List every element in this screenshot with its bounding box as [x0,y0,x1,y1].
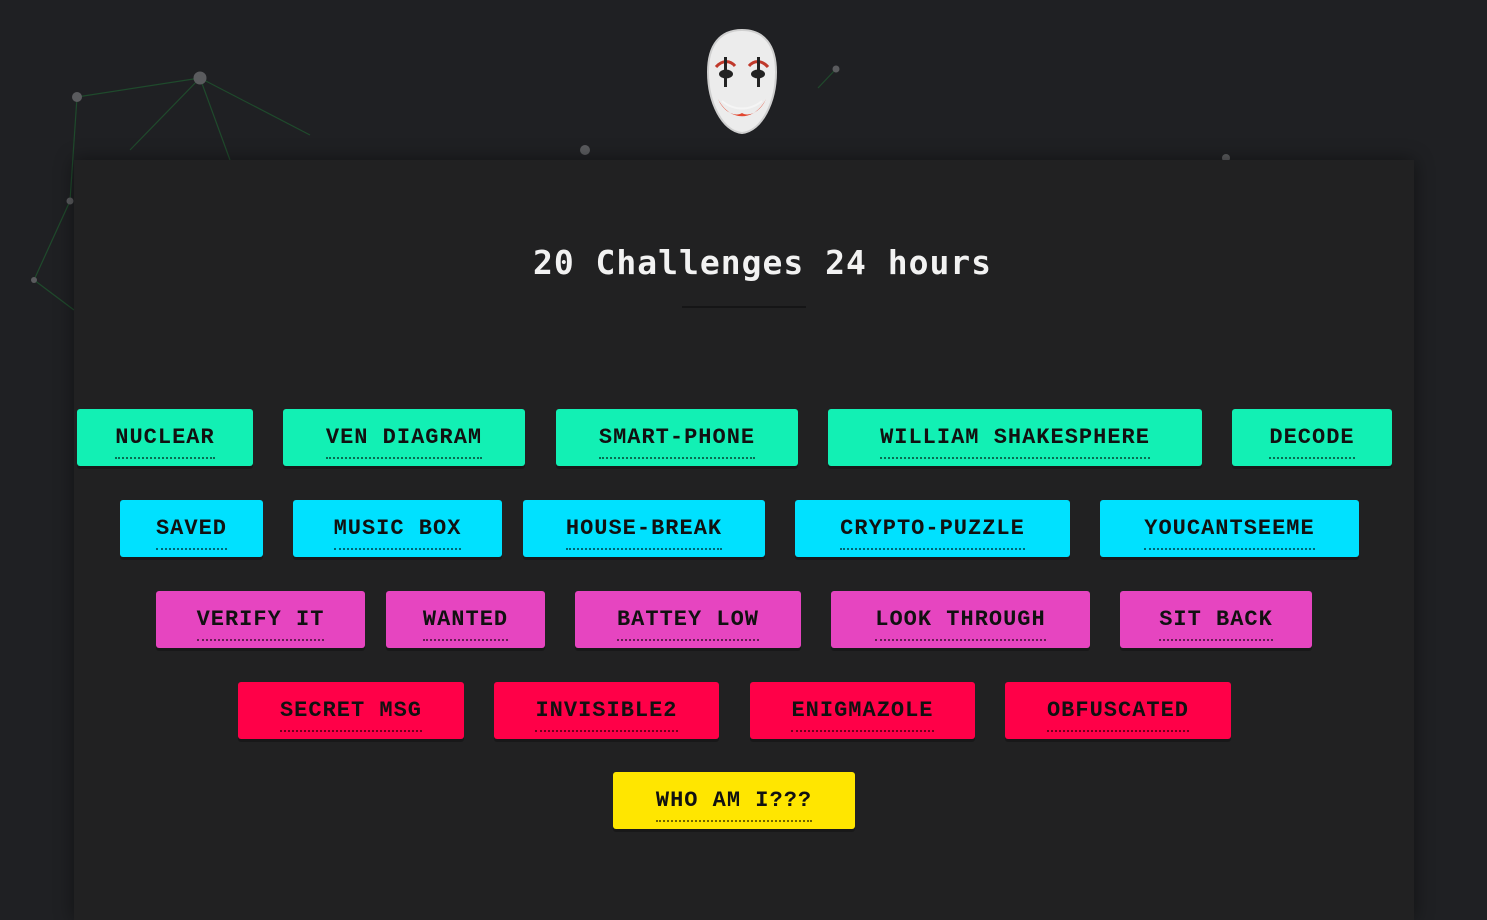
challenge-button-label: ENIGMAZOLE [791,698,934,732]
challenge-button-obfuscated[interactable]: OBFUSCATED [1005,682,1231,739]
challenge-button-youcantseeme[interactable]: YOUCANTSEEME [1100,500,1359,557]
challenge-button-label: WHO AM I??? [655,788,813,822]
challenge-button-saved[interactable]: SAVED [120,500,263,557]
challenge-button-label: SIT BACK [1159,607,1273,641]
challenge-button-enigmazole[interactable]: ENIGMAZOLE [750,682,975,739]
challenge-button-label: BATTEY LOW [616,607,760,641]
challenge-button-battey-low[interactable]: BATTEY LOW [575,591,801,648]
challenge-button-wanted[interactable]: WANTED [386,591,545,648]
challenge-button-smart-phone[interactable]: SMART-PHONE [556,409,798,466]
challenge-button-house-break[interactable]: HOUSE-BREAK [523,500,765,557]
challenge-button-label: SAVED [155,516,227,550]
challenge-button-who-am-i[interactable]: WHO AM I??? [613,772,855,829]
clown-mask-icon [706,28,778,135]
challenge-button-label: LOOK THROUGH [875,607,1046,641]
challenge-button-secret-msg[interactable]: SECRET MSG [238,682,464,739]
challenge-button-label: OBFUSCATED [1046,698,1190,732]
challenge-button-label: INVISIBLE2 [535,698,678,732]
challenge-button-verify-it[interactable]: VERIFY IT [156,591,365,648]
challenge-button-invisible2[interactable]: INVISIBLE2 [494,682,719,739]
challenge-button-label: DECODE [1269,425,1355,459]
challenge-button-label: CRYPTO-PUZZLE [840,516,1025,550]
challenge-button-sit-back[interactable]: SIT BACK [1120,591,1312,648]
challenge-button-label: WANTED [422,607,509,641]
challenge-button-nuclear[interactable]: NUCLEAR [77,409,253,466]
challenge-button-label: VEN DIAGRAM [325,425,483,459]
challenge-button-label: SMART-PHONE [598,425,756,459]
challenge-button-label: SECRET MSG [279,698,423,732]
challenge-button-label: HOUSE-BREAK [565,516,723,550]
challenge-button-music-box[interactable]: MUSIC BOX [293,500,502,557]
page-title: 20 Challenges 24 hours [532,243,993,282]
challenge-button-label: YOUCANTSEEME [1144,516,1315,550]
challenge-button-ven-diagram[interactable]: VEN DIAGRAM [283,409,525,466]
challenge-button-label: MUSIC BOX [333,516,462,550]
challenge-button-label: VERIFY IT [196,607,325,641]
title-divider [682,306,806,308]
challenge-button-william-shakesphere[interactable]: WILLIAM SHAKESPHERE [828,409,1202,466]
challenge-button-label: WILLIAM SHAKESPHERE [880,425,1150,459]
challenge-button-crypto-puzzle[interactable]: CRYPTO-PUZZLE [795,500,1070,557]
challenge-button-look-through[interactable]: LOOK THROUGH [831,591,1090,648]
challenge-button-decode[interactable]: DECODE [1232,409,1392,466]
challenge-button-label: NUCLEAR [115,425,215,459]
